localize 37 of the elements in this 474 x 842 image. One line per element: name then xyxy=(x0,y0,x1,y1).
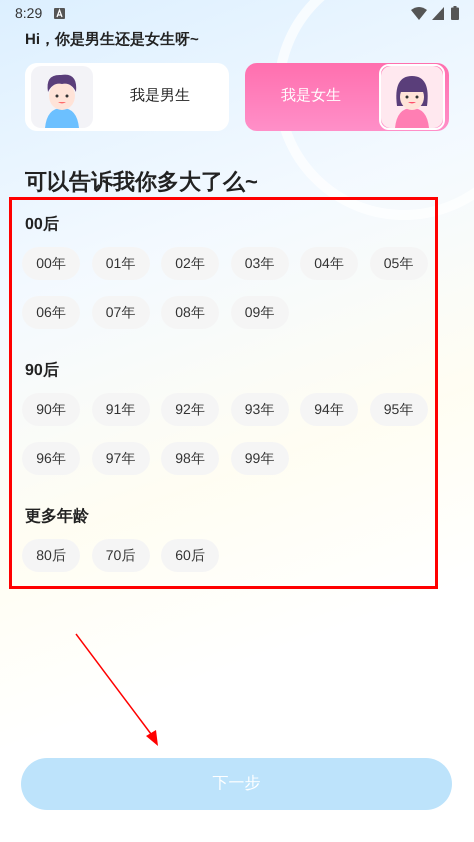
group-title: 更多年龄 xyxy=(24,506,90,526)
greeting-text: Hi，你是男生还是女生呀~ xyxy=(24,30,200,50)
age-chip[interactable]: 03年 xyxy=(230,246,288,280)
notification-icon xyxy=(54,8,66,18)
age-chip[interactable]: 70后 xyxy=(92,538,150,572)
age-chip[interactable]: 91年 xyxy=(92,392,150,426)
age-chip[interactable]: 94年 xyxy=(300,392,358,426)
age-chip[interactable]: 09年 xyxy=(230,296,288,328)
group-title: 00后 xyxy=(24,214,60,234)
age-chip[interactable]: 90年 xyxy=(22,392,80,426)
age-chip[interactable]: 97年 xyxy=(92,442,150,474)
boy-avatar-icon xyxy=(31,66,93,128)
age-chip[interactable]: 95年 xyxy=(370,392,428,426)
age-chip[interactable]: 05年 xyxy=(370,246,428,280)
signal-icon xyxy=(432,6,444,20)
section-heading: 可以告诉我你多大了么~ xyxy=(24,168,259,196)
age-chip[interactable]: 07年 xyxy=(92,296,150,328)
age-chip[interactable]: 93年 xyxy=(230,392,288,426)
next-button: 下一步 xyxy=(21,758,452,810)
age-chip[interactable]: 02年 xyxy=(161,246,219,280)
group-title: 90后 xyxy=(24,360,60,380)
age-chip[interactable]: 60后 xyxy=(161,538,219,572)
age-chip[interactable]: 98年 xyxy=(161,442,219,474)
age-chip[interactable]: 99年 xyxy=(230,442,288,474)
battery-icon xyxy=(451,6,459,20)
wifi-icon xyxy=(411,6,427,20)
age-chip[interactable]: 00年 xyxy=(22,246,80,280)
age-chip[interactable]: 04年 xyxy=(300,246,358,280)
gender-option[interactable]: 我是男生 xyxy=(25,62,229,130)
age-chip[interactable]: 96年 xyxy=(22,442,80,474)
age-chip[interactable]: 01年 xyxy=(92,246,150,280)
age-chip[interactable]: 80后 xyxy=(22,538,80,572)
status-time: 8:29 xyxy=(15,4,42,22)
age-chip[interactable]: 06年 xyxy=(22,296,80,328)
age-chip[interactable]: 08年 xyxy=(161,296,219,328)
age-chip[interactable]: 92年 xyxy=(161,392,219,426)
girl-avatar-icon xyxy=(381,66,443,128)
